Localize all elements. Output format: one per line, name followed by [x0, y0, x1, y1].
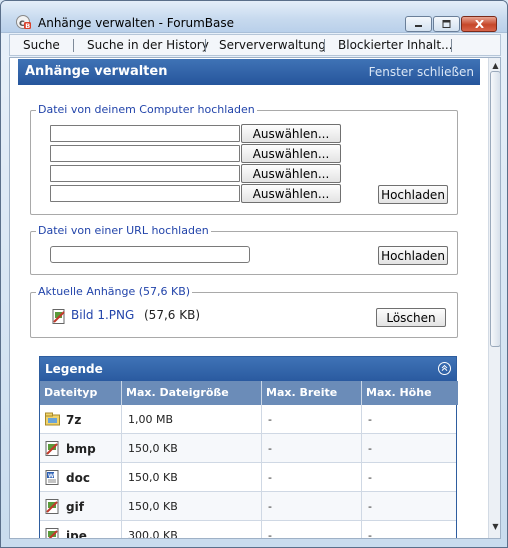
max-height-cell: -: [368, 500, 372, 513]
max-size-cell: 150,0 KB: [122, 492, 262, 521]
legend-title: Legende: [45, 362, 103, 376]
max-height-cell: -: [368, 442, 372, 455]
menu-separator: [451, 39, 452, 52]
max-size-cell: 1,00 MB: [122, 405, 262, 434]
max-height-cell: -: [368, 471, 372, 484]
page-header: Anhänge verwalten Fenster schließen: [18, 59, 480, 85]
max-width-cell: -: [262, 521, 362, 538]
menu-item-serververwaltung[interactable]: Serververwaltung: [219, 38, 326, 52]
image-file-icon: [45, 528, 59, 538]
page-title: Anhänge verwalten: [25, 64, 168, 79]
max-height-cell: -: [368, 529, 372, 539]
maximize-icon: [442, 20, 451, 28]
legend-rows: 7z 1,00 MB - - bmp 150,0 KB - - W doc 15…: [40, 405, 456, 539]
max-width-cell: -: [262, 463, 362, 492]
column-header-max-height: Max. Höhe: [362, 381, 458, 405]
delete-button[interactable]: Löschen: [376, 308, 446, 327]
max-width-cell: -: [262, 405, 362, 434]
file-input-4[interactable]: [50, 185, 240, 202]
upload-url-fieldset: Datei von einer URL hochladen Hochladen: [30, 224, 458, 275]
content-area: Anhänge verwalten Fenster schließen Date…: [9, 57, 501, 539]
collapse-icon[interactable]: [438, 362, 451, 375]
filetype-label: jpe: [66, 529, 87, 539]
upload-url-legend: Datei von einer URL hochladen: [36, 224, 211, 237]
attachment-size: (57,6 KB): [144, 308, 200, 322]
close-icon: [474, 20, 484, 28]
filetype-label: doc: [66, 471, 90, 485]
max-size-cell: 150,0 KB: [122, 463, 262, 492]
word-document-icon: W: [45, 470, 59, 485]
upload-computer-fieldset: Datei von deinem Computer hochladen Ausw…: [30, 103, 458, 215]
browse-button-4[interactable]: Auswählen...: [241, 184, 341, 203]
image-file-icon: [45, 441, 59, 456]
menu-item-history[interactable]: Suche in der History: [87, 38, 209, 52]
close-button[interactable]: [461, 16, 497, 32]
column-header-dateityp: Dateityp: [40, 381, 122, 405]
menu-item-suche[interactable]: Suche: [23, 38, 60, 52]
filetype-cell: jpe: [40, 521, 122, 539]
minimize-icon: [415, 25, 422, 27]
file-input-2[interactable]: [50, 145, 240, 162]
filetype-label: gif: [66, 500, 84, 514]
filetype-label: bmp: [66, 442, 96, 456]
max-width-cell: -: [262, 492, 362, 521]
max-height-cell: -: [368, 413, 372, 426]
browse-button-2[interactable]: Auswählen...: [241, 144, 341, 163]
scroll-down-arrow-icon[interactable]: ▼: [490, 520, 500, 532]
url-input[interactable]: [50, 246, 250, 263]
filetype-cell: gif: [40, 492, 122, 521]
menu-separator: [73, 39, 74, 52]
current-attachments-legend: Aktuelle Anhänge (57,6 KB): [36, 285, 193, 298]
scrollbar-thumb[interactable]: [490, 71, 500, 347]
minimize-button[interactable]: [405, 16, 432, 32]
maximize-button[interactable]: [433, 16, 460, 32]
menu-separator: [324, 39, 325, 52]
filetype-label: 7z: [66, 413, 82, 427]
current-attachments-fieldset: Aktuelle Anhänge (57,6 KB) Bild 1.PNG (5…: [30, 285, 458, 338]
application-window: c B Anhänge verwalten - ForumBase Suche …: [0, 0, 508, 548]
scroll-up-arrow-icon[interactable]: ▲: [490, 59, 500, 71]
upload-computer-legend: Datei von deinem Computer hochladen: [36, 103, 257, 116]
max-size-cell: 150,0 KB: [122, 434, 262, 463]
browse-button-1[interactable]: Auswählen...: [241, 124, 341, 143]
window-title: Anhänge verwalten - ForumBase: [38, 16, 235, 30]
menu-separator: [205, 39, 206, 52]
links-bar: Suche Suche in der History Serververwalt…: [9, 34, 501, 56]
filetype-cell: 7z: [40, 405, 122, 434]
filetype-cell: W doc: [40, 463, 122, 492]
table-row: W doc 150,0 KB - -: [40, 463, 456, 492]
menu-item-blockierter-inhalt[interactable]: Blockierter Inhalt...: [338, 38, 453, 52]
close-window-link[interactable]: Fenster schließen: [369, 65, 474, 79]
table-row: gif 150,0 KB - -: [40, 492, 456, 521]
title-bar: c B Anhänge verwalten - ForumBase: [1, 1, 507, 33]
file-input-1[interactable]: [50, 125, 240, 142]
column-header-max-size: Max. Dateigröße: [122, 381, 262, 405]
url-upload-button[interactable]: Hochladen: [378, 246, 448, 265]
table-row: 7z 1,00 MB - -: [40, 405, 456, 434]
svg-text:W: W: [48, 473, 54, 479]
image-file-icon: [52, 309, 65, 324]
archive-icon: [45, 412, 60, 426]
max-width-cell: -: [262, 434, 362, 463]
app-icon: c B: [16, 15, 31, 30]
attachment-link[interactable]: Bild 1.PNG: [71, 308, 134, 322]
legend-panel: Legende Dateityp Max. Dateigröße Max. Br…: [39, 356, 458, 539]
filetype-cell: bmp: [40, 434, 122, 463]
table-row: jpe 300,0 KB - -: [40, 521, 456, 539]
max-size-cell: 300,0 KB: [122, 521, 262, 538]
upload-button[interactable]: Hochladen: [378, 185, 448, 204]
file-input-3[interactable]: [50, 165, 240, 182]
svg-text:B: B: [25, 22, 30, 30]
vertical-scrollbar[interactable]: ▲ ▼: [488, 58, 500, 538]
browse-button-3[interactable]: Auswählen...: [241, 164, 341, 183]
image-file-icon: [45, 499, 59, 514]
legend-header: Legende: [40, 357, 456, 381]
table-row: bmp 150,0 KB - -: [40, 434, 456, 463]
column-header-max-width: Max. Breite: [262, 381, 362, 405]
